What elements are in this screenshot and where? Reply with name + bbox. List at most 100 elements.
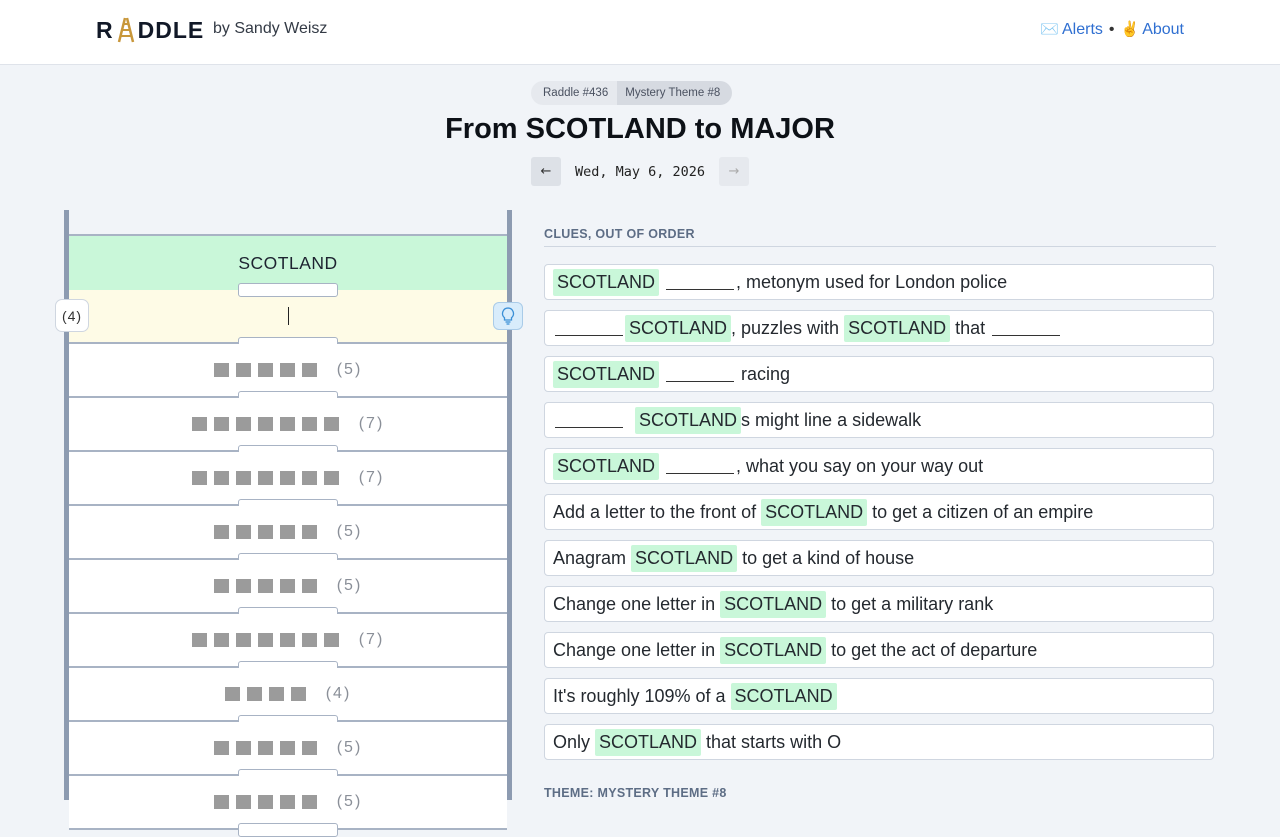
ladder-rung[interactable]: (7)	[69, 398, 507, 452]
rung-connector	[238, 283, 338, 297]
rung-length-label: (7)	[358, 415, 385, 432]
previous-day-button[interactable]: ←	[531, 157, 561, 186]
letter-boxes: (5)	[213, 793, 363, 811]
hidden-letter-box	[191, 633, 207, 647]
hidden-letter-box	[279, 795, 295, 809]
alerts-link[interactable]: ✉️ Alerts	[1040, 20, 1103, 39]
blank-line	[666, 459, 735, 474]
clue-text: to get a kind of house	[737, 547, 915, 568]
clue-item[interactable]: Only SCOTLAND that starts with O	[544, 724, 1214, 760]
blank-line	[666, 275, 735, 290]
word-highlight: SCOTLAND	[631, 544, 738, 572]
theme-badge[interactable]: Mystery Theme #8	[617, 81, 733, 105]
rung-length-label: (5)	[336, 793, 363, 810]
hidden-letter-box	[213, 633, 229, 647]
ladder-rung[interactable]: (7)	[69, 452, 507, 506]
clue-item[interactable]: SCOTLAND, puzzles with SCOTLAND that	[544, 310, 1214, 346]
clue-item[interactable]: Change one letter in SCOTLAND to get a m…	[544, 586, 1214, 622]
byline: by Sandy Weisz	[213, 20, 328, 37]
blank-line	[555, 413, 623, 428]
word-highlight: SCOTLAND	[635, 406, 742, 434]
hidden-letter-box	[235, 795, 251, 809]
hidden-letter-box	[213, 795, 229, 809]
alerts-label: Alerts	[1061, 21, 1103, 38]
hidden-letter-box	[279, 741, 295, 755]
next-day-button[interactable]: →	[719, 157, 749, 186]
rung-connector	[238, 823, 338, 837]
rung-length-label: (5)	[336, 361, 363, 378]
clue-text: Add a letter to the front of	[553, 501, 762, 522]
hidden-letter-box	[257, 741, 273, 755]
clue-item[interactable]: Change one letter in SCOTLAND to get the…	[544, 632, 1214, 668]
hidden-letter-box	[191, 417, 207, 431]
hidden-letter-box	[323, 633, 339, 647]
clue-text: that	[950, 317, 991, 338]
top-nav: ✉️ Alerts • ✌️ About	[1040, 20, 1184, 39]
hidden-letter-box	[257, 363, 273, 377]
hidden-letter-box	[224, 687, 240, 701]
top-bar: R DDLE by Sandy Weisz ✉️ Alerts • ✌️ About	[0, 0, 1280, 65]
rung-length-label: (7)	[358, 469, 385, 486]
word-highlight: SCOTLAND	[844, 314, 951, 342]
hidden-letter-box	[213, 363, 229, 377]
clue-item[interactable]: SCOTLAND , metonym used for London polic…	[544, 264, 1214, 300]
hidden-letter-box	[246, 687, 262, 701]
clue-text: Change one letter in	[553, 593, 721, 614]
clues-heading: CLUES, OUT OF ORDER	[544, 227, 1216, 247]
clue-text: s might line a sidewalk	[741, 409, 922, 430]
clue-text: to get a citizen of an empire	[867, 501, 1094, 522]
raddle-logo[interactable]: R DDLE	[96, 16, 204, 44]
date-navigator: ← Wed, May 6, 2026 →	[531, 157, 749, 186]
puzzle-title: From SCOTLAND to MAJOR	[445, 113, 835, 145]
letter-boxes: (7)	[191, 415, 385, 433]
hidden-letter-box	[257, 795, 273, 809]
rung-length-label: (5)	[336, 523, 363, 540]
clue-item[interactable]: Anagram SCOTLAND to get a kind of house	[544, 540, 1214, 576]
ladder-rung[interactable]: (7)	[69, 614, 507, 668]
word-highlight: SCOTLAND	[720, 590, 827, 618]
ladder-rung[interactable]: (5)	[69, 344, 507, 398]
about-label: About	[1142, 21, 1184, 38]
hidden-letter-box	[257, 525, 273, 539]
peace-hand-icon: ✌️	[1120, 21, 1140, 38]
hidden-letter-box	[301, 363, 317, 377]
word-highlight: SCOTLAND	[730, 682, 837, 710]
ladder-rung[interactable]: (5)	[69, 776, 507, 830]
hidden-letter-box	[257, 417, 273, 431]
hidden-letter-box	[257, 633, 273, 647]
ladder-rung[interactable]: (5)	[69, 506, 507, 560]
hidden-letter-box	[279, 363, 295, 377]
clue-text	[659, 456, 664, 477]
clue-item[interactable]: SCOTLAND , what you say on your way out	[544, 448, 1214, 484]
rung-length-label: (7)	[358, 631, 385, 648]
clue-item[interactable]: Add a letter to the front of SCOTLAND to…	[544, 494, 1214, 530]
rung-length-label: (4)	[325, 685, 352, 702]
clue-text: , metonym used for London police	[736, 271, 1008, 292]
nav-separator: •	[1108, 20, 1115, 38]
word-highlight: SCOTLAND	[625, 314, 732, 342]
hidden-letter-box	[301, 741, 317, 755]
hint-button[interactable]	[493, 302, 523, 330]
hidden-letter-box	[323, 471, 339, 485]
hidden-letter-box	[323, 417, 339, 431]
puzzle-number-badge[interactable]: Raddle #436	[531, 81, 618, 105]
clue-item[interactable]: SCOTLAND racing	[544, 356, 1214, 392]
clue-item[interactable]: It's roughly 109% of a SCOTLAND	[544, 678, 1214, 714]
letter-boxes: (5)	[213, 739, 363, 757]
hidden-letter-box	[279, 633, 295, 647]
ladder-rung[interactable]: (5)	[69, 722, 507, 776]
ladder-right-rail	[507, 210, 512, 800]
puzzle-date: Wed, May 6, 2026	[574, 163, 706, 180]
lightbulb-icon	[501, 307, 515, 325]
clue-item[interactable]: SCOTLAND s might line a sidewalk	[544, 402, 1214, 438]
active-answer-rung[interactable]	[69, 290, 507, 344]
hidden-letter-box	[279, 417, 295, 431]
ladder-rung[interactable]: (5)	[69, 560, 507, 614]
hidden-letter-box	[279, 579, 295, 593]
hidden-letter-box	[301, 417, 317, 431]
hidden-letter-box	[301, 471, 317, 485]
hidden-letter-box	[301, 795, 317, 809]
clue-text	[625, 410, 635, 431]
ladder-rung[interactable]: (4)	[69, 668, 507, 722]
about-link[interactable]: ✌️ About	[1121, 20, 1185, 39]
